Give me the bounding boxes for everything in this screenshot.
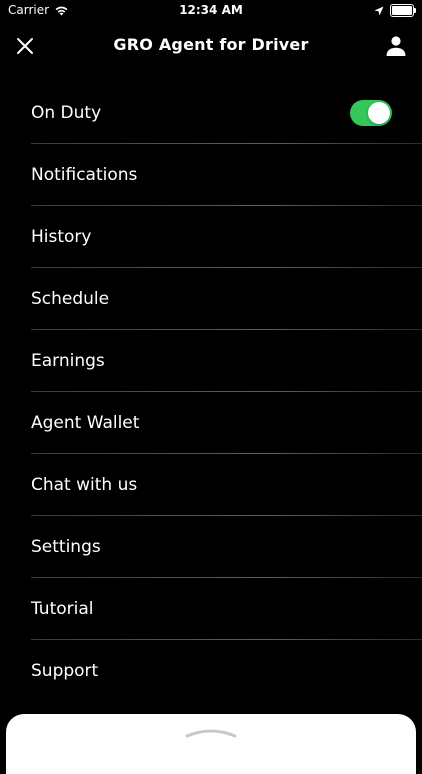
menu-item-label: Support <box>31 661 99 681</box>
location-arrow-icon <box>374 6 384 15</box>
bottom-sheet[interactable] <box>6 714 416 774</box>
menu-item-schedule[interactable]: Schedule <box>0 268 422 330</box>
menu-item-tutorial[interactable]: Tutorial <box>0 578 422 640</box>
menu-item-label: Agent Wallet <box>31 413 140 433</box>
side-menu: On Duty Notifications History Schedule E… <box>0 82 422 702</box>
menu-item-settings[interactable]: Settings <box>0 516 422 578</box>
header: GRO Agent for Driver <box>0 22 422 70</box>
menu-item-label: Chat with us <box>31 475 138 495</box>
menu-item-support[interactable]: Support <box>0 640 422 702</box>
menu-item-chat-with-us[interactable]: Chat with us <box>0 454 422 516</box>
menu-item-on-duty: On Duty <box>0 82 422 144</box>
on-duty-label: On Duty <box>31 103 102 123</box>
menu-item-label: Settings <box>31 537 101 557</box>
page-title: GRO Agent for Driver <box>113 35 309 54</box>
menu-item-history[interactable]: History <box>0 206 422 268</box>
chevron-up-icon[interactable] <box>185 728 237 738</box>
battery-level <box>392 6 412 15</box>
menu-item-label: Earnings <box>31 351 105 371</box>
menu-item-earnings[interactable]: Earnings <box>0 330 422 392</box>
person-icon[interactable] <box>384 34 408 58</box>
menu-item-label: Notifications <box>31 165 138 185</box>
status-right <box>374 4 416 17</box>
battery-icon <box>390 4 416 17</box>
menu-item-agent-wallet[interactable]: Agent Wallet <box>0 392 422 454</box>
on-duty-toggle[interactable] <box>350 100 392 126</box>
status-bar: Carrier 12:34 AM <box>0 0 422 22</box>
status-time: 12:34 AM <box>179 3 243 17</box>
menu-item-label: Tutorial <box>31 599 94 619</box>
menu-item-notifications[interactable]: Notifications <box>0 144 422 206</box>
menu-item-label: Schedule <box>31 289 110 309</box>
toggle-knob <box>368 102 390 124</box>
menu-item-label: History <box>31 227 92 247</box>
